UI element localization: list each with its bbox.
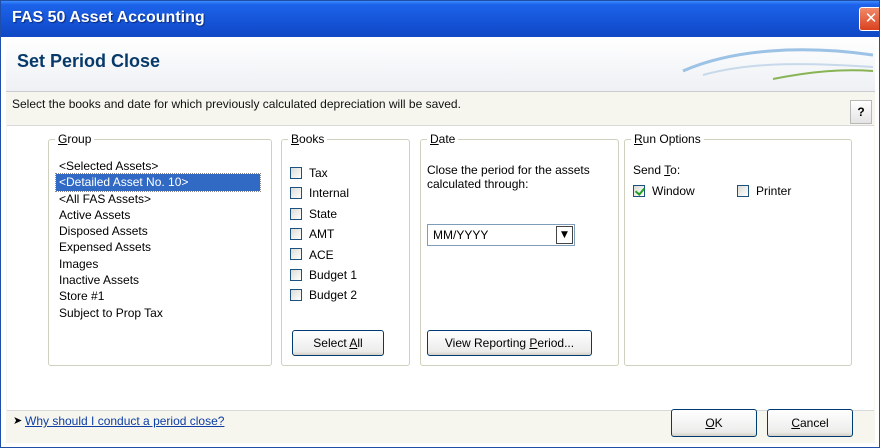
list-item[interactable]: Expensed Assets xyxy=(56,239,260,255)
dialog-window: FAS 50 Asset Accounting ✕ Set Period Clo… xyxy=(0,0,880,448)
date-legend: Date xyxy=(430,132,456,146)
book-checkbox[interactable]: Internal xyxy=(290,186,349,201)
book-checkbox[interactable]: AMT xyxy=(290,227,334,242)
book-label: Budget 2 xyxy=(309,288,358,303)
checkbox-icon[interactable] xyxy=(290,166,302,179)
chevron-down-icon[interactable]: ▼ xyxy=(556,226,573,244)
select-all-button[interactable]: Select All xyxy=(292,330,384,356)
run-options-legend: Run Options xyxy=(634,132,701,146)
list-item[interactable]: Images xyxy=(56,256,260,272)
checkbox-icon[interactable] xyxy=(290,187,302,200)
window-checkbox[interactable]: Window xyxy=(633,184,695,199)
window-title: FAS 50 Asset Accounting xyxy=(12,9,205,26)
options-panel: Group <Selected Assets> <Detailed Asset N… xyxy=(7,125,874,411)
list-item[interactable]: Disposed Assets xyxy=(56,223,260,239)
checkbox-icon[interactable] xyxy=(290,207,302,220)
book-checkbox[interactable]: Budget 2 xyxy=(290,288,357,303)
book-label: ACE xyxy=(309,247,334,262)
checkbox-icon[interactable] xyxy=(290,268,302,281)
header-band: Set Period Close xyxy=(6,37,875,92)
instruction-text: Select the books and date for which prev… xyxy=(12,97,461,111)
list-item[interactable]: <All FAS Assets> xyxy=(56,191,260,207)
swoosh-decoration xyxy=(682,48,873,80)
book-label: State xyxy=(309,206,338,221)
ok-button[interactable]: OK xyxy=(671,409,757,437)
list-item[interactable]: <Selected Assets> xyxy=(56,158,260,174)
book-checkbox[interactable]: Budget 1 xyxy=(290,268,357,283)
list-item[interactable]: Active Assets xyxy=(56,207,260,223)
cancel-button[interactable]: Cancel xyxy=(767,409,853,437)
checkbox-icon[interactable] xyxy=(290,289,302,302)
book-label: Budget 1 xyxy=(309,268,358,282)
period-close-help-link[interactable]: Why should I conduct a period close? xyxy=(25,414,224,428)
page-title: Set Period Close xyxy=(17,51,161,71)
checkbox-icon[interactable] xyxy=(290,228,302,241)
period-date-select[interactable]: MM/YYYY ▼ xyxy=(427,224,575,246)
send-to-label: Send To: xyxy=(633,163,681,177)
group-list[interactable]: <Selected Assets> <Detailed Asset No. 10>… xyxy=(55,158,261,321)
group-box: Group <Selected Assets> <Detailed Asset N… xyxy=(48,132,272,366)
list-item[interactable]: Inactive Assets xyxy=(56,272,260,288)
close-period-prompt: Close the period for the assets calculat… xyxy=(427,163,590,191)
dialog-content: Set Period Close Select the books and da… xyxy=(6,37,875,443)
title-bar[interactable]: FAS 50 Asset Accounting ✕ xyxy=(1,1,879,37)
books-legend: Books xyxy=(291,132,325,146)
printer-checkbox[interactable]: Printer xyxy=(737,184,791,199)
run-options-box: Run Options Send To: Window Printer xyxy=(624,132,852,366)
list-item[interactable]: <Detailed Asset No. 10> xyxy=(55,173,261,192)
arrow-right-icon: ➤ xyxy=(13,414,23,427)
date-box: Date Close the period for the assets cal… xyxy=(420,132,619,366)
group-legend: Group xyxy=(58,132,92,146)
book-label: Internal xyxy=(309,186,350,201)
books-box: Books Tax Internal State AMT ACE Budget 1 Budg… xyxy=(281,132,410,366)
book-checkbox[interactable]: Tax xyxy=(290,166,328,181)
checkbox-icon[interactable] xyxy=(633,184,645,197)
checkbox-icon[interactable] xyxy=(290,248,302,261)
help-button[interactable]: ? xyxy=(850,100,872,124)
checkbox-icon[interactable] xyxy=(737,184,749,197)
list-item[interactable]: Store #1 xyxy=(56,288,260,304)
book-checkbox[interactable]: ACE xyxy=(290,248,334,263)
period-date-value: MM/YYYY xyxy=(433,228,489,242)
close-icon: ✕ xyxy=(864,9,878,27)
book-checkbox[interactable]: State xyxy=(290,207,337,222)
view-reporting-period-button[interactable]: View Reporting Period... xyxy=(427,330,592,356)
close-button[interactable]: ✕ xyxy=(859,7,879,31)
book-label: Tax xyxy=(309,166,328,180)
book-label: AMT xyxy=(309,227,335,242)
list-item[interactable]: Subject to Prop Tax xyxy=(56,305,260,321)
